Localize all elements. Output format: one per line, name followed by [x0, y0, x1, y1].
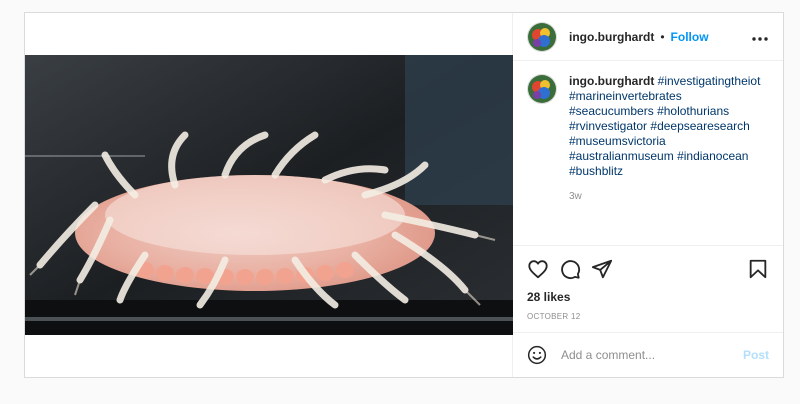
post-sidebar: ingo.burghardt • Follow ingo.burghardt #…	[513, 13, 783, 377]
sea-cucumber-photo	[25, 55, 513, 335]
avatar-image	[528, 75, 556, 103]
post-comment-button[interactable]: Post	[743, 348, 769, 362]
follow-button[interactable]: Follow	[671, 30, 709, 44]
hashtag-link[interactable]: #seacucumbers	[569, 104, 654, 118]
post-username[interactable]: ingo.burghardt	[569, 30, 654, 44]
more-options-icon[interactable]	[751, 29, 769, 45]
post-actions	[513, 256, 783, 282]
comment-input[interactable]	[559, 347, 743, 363]
hashtag-link[interactable]: #marineinvertebrates	[569, 89, 682, 103]
hashtag-link[interactable]: #deepsearesearch	[650, 119, 749, 133]
bookmark-icon[interactable]	[747, 258, 769, 280]
instagram-post: ingo.burghardt • Follow ingo.burghardt #…	[24, 12, 784, 378]
paper-plane-icon[interactable]	[591, 258, 613, 280]
post-date: OCTOBER 12	[527, 312, 581, 321]
likes-count[interactable]: 28 likes	[527, 290, 570, 304]
avatar-image	[528, 22, 556, 51]
hashtag-link[interactable]: #rvinvestigator	[569, 119, 647, 133]
caption-text: ingo.burghardt #investigatingtheiot #mar…	[569, 74, 769, 233]
caption-area: ingo.burghardt #investigatingtheiot #mar…	[513, 62, 783, 246]
comment-bubble-icon[interactable]	[559, 258, 581, 280]
emoji-smile-icon[interactable]	[527, 345, 547, 365]
caption-timestamp[interactable]: 3w	[569, 189, 769, 204]
hashtag-link[interactable]: #holothurians	[657, 104, 729, 118]
hashtag-link[interactable]: #museumsvictoria	[569, 134, 666, 148]
comment-bar: Post	[513, 332, 783, 377]
caption-username[interactable]: ingo.burghardt	[569, 74, 654, 88]
hashtag-link[interactable]: #australianmuseum	[569, 149, 674, 163]
separator-dot: •	[660, 29, 665, 44]
post-header: ingo.burghardt • Follow	[513, 13, 783, 61]
hashtag-link[interactable]: #investigatingtheiot	[658, 74, 761, 88]
hashtag-link[interactable]: #bushblitz	[569, 164, 623, 178]
avatar[interactable]	[527, 21, 557, 52]
heart-icon[interactable]	[527, 258, 549, 280]
post-media	[25, 13, 513, 377]
post-photo-sea-cucumber[interactable]	[25, 55, 513, 335]
hashtag-link[interactable]: #indianocean	[677, 149, 748, 163]
caption-avatar[interactable]	[527, 74, 557, 104]
